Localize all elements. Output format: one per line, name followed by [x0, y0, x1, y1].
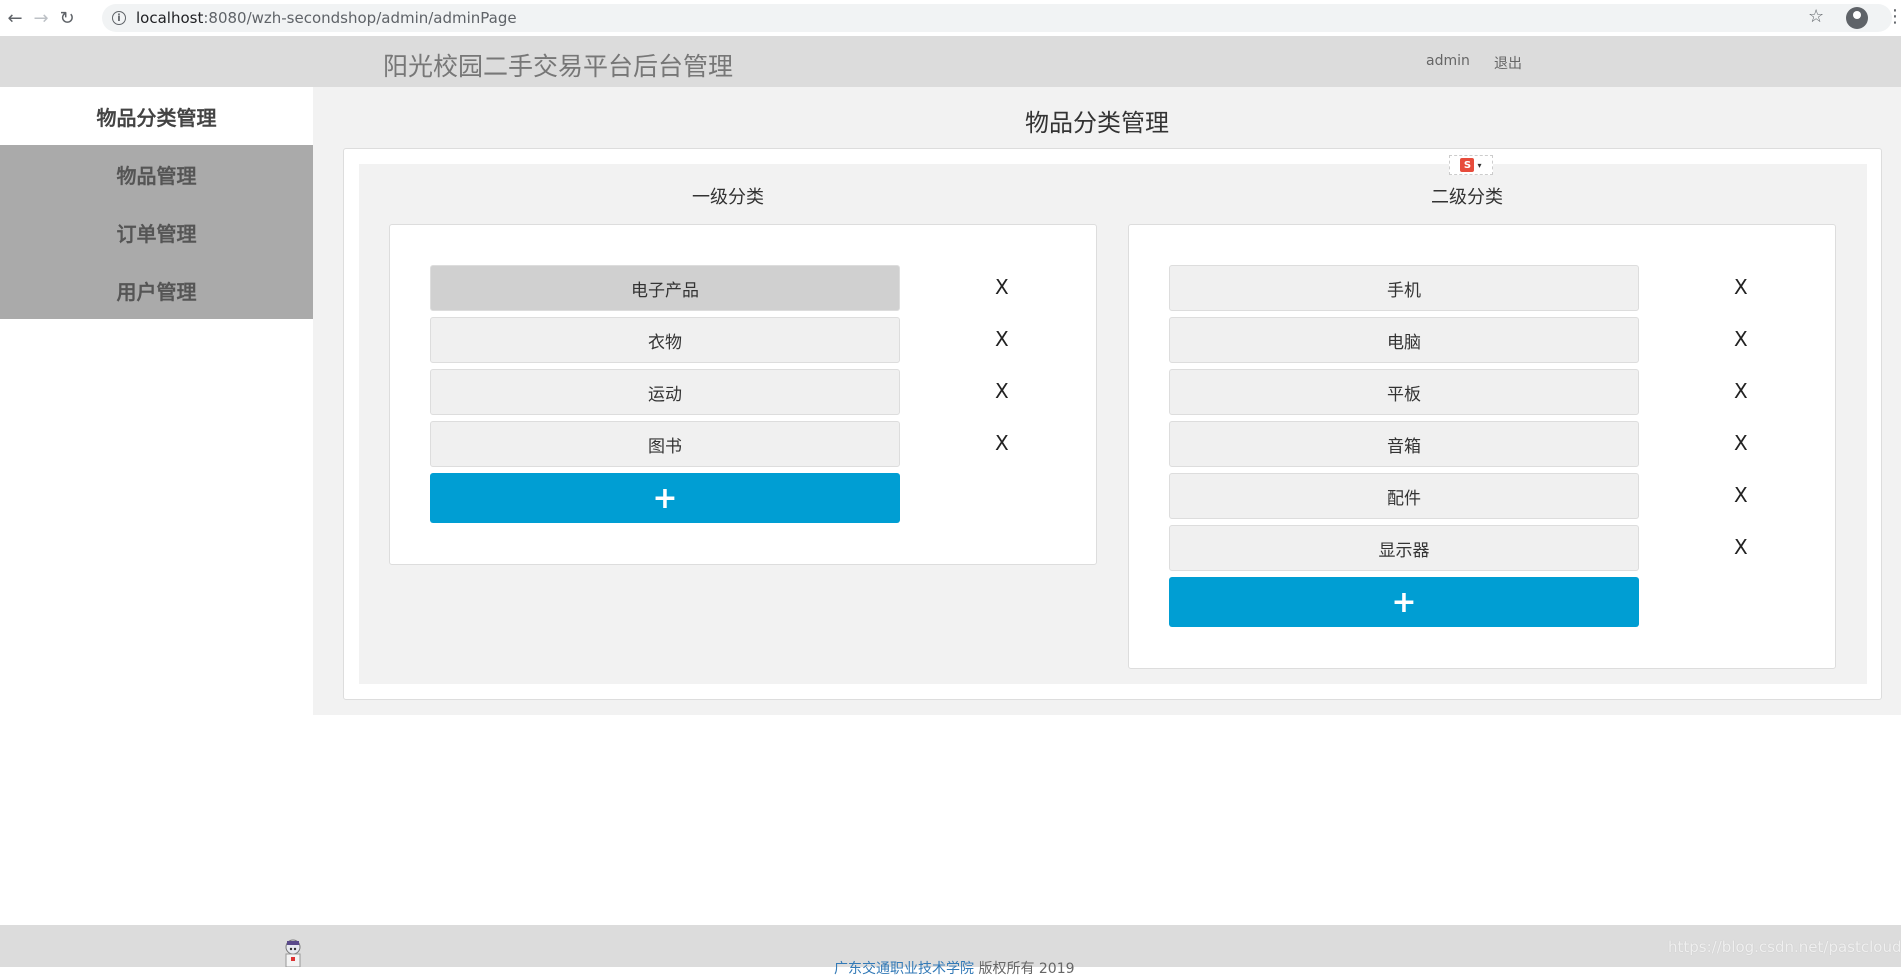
- sidebar-item-users[interactable]: 用户管理: [0, 261, 313, 319]
- site-header: 阳光校园二手交易平台后台管理 admin 退出: [0, 36, 1901, 87]
- back-arrow-icon[interactable]: ←: [2, 5, 28, 31]
- footer-copyright-text: 版权所有 2019: [974, 961, 1075, 977]
- main-content: 物品分类管理 一级分类 电子产品 X 衣物 X 运动 X 图书 X + 二级分类…: [313, 87, 1901, 715]
- delete-button[interactable]: X: [995, 327, 1009, 351]
- list-item: 图书 X: [430, 421, 1009, 467]
- logout-link[interactable]: 退出: [1494, 53, 1522, 73]
- list-item: 配件 X: [1169, 473, 1748, 519]
- footer-copyright: 广东交通职业技术学院 版权所有 2019: [834, 958, 1075, 978]
- watermark: https://blog.csdn.net/pastclouds: [1668, 938, 1901, 956]
- list-item: 电脑 X: [1169, 317, 1748, 363]
- mascot-icon: [285, 939, 301, 967]
- sidebar-item-goods[interactable]: 物品管理: [0, 145, 313, 203]
- primary-category-list: 电子产品 X 衣物 X 运动 X 图书 X +: [389, 224, 1097, 565]
- category-button[interactable]: 音箱: [1169, 421, 1639, 467]
- ime-logo-icon: S: [1460, 158, 1475, 172]
- category-panel-inner: 一级分类 电子产品 X 衣物 X 运动 X 图书 X + 二级分类 手机 X 电…: [359, 164, 1867, 684]
- delete-button[interactable]: X: [1734, 379, 1748, 403]
- url-path: :8080/wzh-secondshop/admin/adminPage: [203, 9, 517, 27]
- delete-button[interactable]: X: [1734, 327, 1748, 351]
- forward-arrow-icon[interactable]: →: [28, 5, 54, 31]
- ime-toolbar[interactable]: S ▾: [1449, 155, 1493, 175]
- category-button[interactable]: 手机: [1169, 265, 1639, 311]
- list-item: 衣物 X: [430, 317, 1009, 363]
- category-button[interactable]: 平板: [1169, 369, 1639, 415]
- page-title: 物品分类管理: [1025, 109, 1169, 137]
- list-item: 手机 X: [1169, 265, 1748, 311]
- delete-button[interactable]: X: [1734, 431, 1748, 455]
- category-button[interactable]: 运动: [430, 369, 900, 415]
- delete-button[interactable]: X: [1734, 483, 1748, 507]
- secondary-category-list: 手机 X 电脑 X 平板 X 音箱 X 配件 X 显示器 X +: [1128, 224, 1836, 669]
- category-button[interactable]: 显示器: [1169, 525, 1639, 571]
- footer: 广东交通职业技术学院 版权所有 2019: [0, 925, 1901, 977]
- delete-button[interactable]: X: [1734, 535, 1748, 559]
- info-icon[interactable]: i: [112, 11, 126, 25]
- add-primary-category-button[interactable]: +: [430, 473, 900, 523]
- add-secondary-category-button[interactable]: +: [1169, 577, 1639, 627]
- ime-dropdown-icon[interactable]: ▾: [1477, 161, 1481, 170]
- footer-school-link[interactable]: 广东交通职业技术学院: [834, 961, 974, 977]
- site-title: 阳光校园二手交易平台后台管理: [383, 52, 734, 81]
- sidebar: 物品分类管理 物品管理 订单管理 用户管理: [0, 87, 313, 319]
- category-button[interactable]: 配件: [1169, 473, 1639, 519]
- delete-button[interactable]: X: [995, 431, 1009, 455]
- category-button[interactable]: 电子产品: [430, 265, 900, 311]
- bookmark-star-icon[interactable]: ☆: [1808, 6, 1824, 27]
- category-button[interactable]: 衣物: [430, 317, 900, 363]
- menu-kebab-icon[interactable]: ⋮: [1886, 6, 1901, 27]
- sidebar-item-orders[interactable]: 订单管理: [0, 203, 313, 261]
- delete-button[interactable]: X: [995, 275, 1009, 299]
- category-button[interactable]: 图书: [430, 421, 900, 467]
- secondary-category-title: 二级分类: [1431, 187, 1503, 208]
- delete-button[interactable]: X: [995, 379, 1009, 403]
- account-icon[interactable]: [1846, 7, 1868, 29]
- list-item: 平板 X: [1169, 369, 1748, 415]
- sidebar-item-category[interactable]: 物品分类管理: [0, 87, 313, 145]
- category-panel: 一级分类 电子产品 X 衣物 X 运动 X 图书 X + 二级分类 手机 X 电…: [343, 148, 1882, 700]
- list-item: 电子产品 X: [430, 265, 1009, 311]
- list-item: 显示器 X: [1169, 525, 1748, 571]
- url-host: localhost: [136, 9, 204, 27]
- delete-button[interactable]: X: [1734, 275, 1748, 299]
- category-button[interactable]: 电脑: [1169, 317, 1639, 363]
- reload-icon[interactable]: ↻: [54, 5, 80, 31]
- primary-category-title: 一级分类: [692, 187, 764, 208]
- list-item: 音箱 X: [1169, 421, 1748, 467]
- address-bar[interactable]: i localhost:8080/wzh-secondshop/admin/ad…: [102, 4, 1892, 32]
- list-item: 运动 X: [430, 369, 1009, 415]
- browser-toolbar: ← → ↻ i localhost:8080/wzh-secondshop/ad…: [0, 0, 1901, 36]
- admin-link[interactable]: admin: [1426, 53, 1470, 69]
- sidebar-menu: 物品管理 订单管理 用户管理: [0, 145, 313, 319]
